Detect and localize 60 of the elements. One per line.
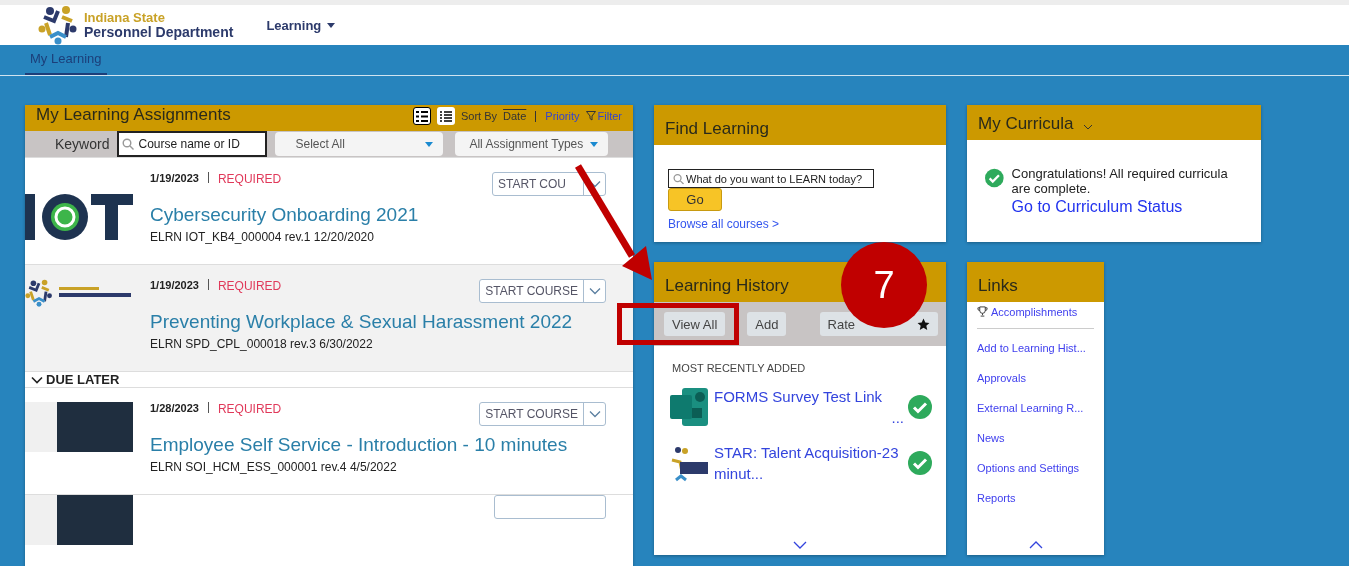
link[interactable]: Add to Learning Hist... (977, 333, 1094, 363)
required-tag: REQUIRED (217, 279, 282, 293)
learn-search-field[interactable]: What do you want to LEARN today? (668, 169, 874, 188)
required-tag: REQUIRED (217, 172, 282, 186)
type-dropdown[interactable]: All Assignment Types (455, 132, 608, 156)
course-title-link[interactable]: Cybersecurity Onboarding 2021 (150, 204, 606, 226)
detail-view-button[interactable] (413, 107, 431, 125)
list-icon (416, 110, 428, 122)
filter-icon (585, 111, 596, 121)
go-button[interactable]: Go (668, 188, 722, 211)
card-title: My Learning Assignments (36, 105, 231, 125)
sort-option[interactable]: Date (503, 110, 527, 122)
section-label: MOST RECENTLY ADDED (671, 361, 807, 376)
star-icon (917, 317, 930, 331)
curriculum-status-link[interactable]: Go to Curriculum Status (1011, 198, 1243, 216)
compact-view-button[interactable] (437, 107, 455, 125)
required-tag: REQUIRED (217, 402, 282, 416)
due-date: 1/19/2023 (150, 172, 199, 186)
forms-app-icon (668, 386, 710, 428)
list-icon (440, 110, 452, 122)
link[interactable]: Approvals (977, 363, 1094, 393)
start-course-button[interactable] (494, 495, 606, 519)
sort-label: Sort By (461, 110, 498, 122)
history-button[interactable]: Add (747, 312, 787, 336)
logo-subtitle: Personnel Department (84, 25, 234, 39)
history-item-link[interactable]: STAR: Talent Acquisition-23 minut... (714, 442, 904, 484)
logo-icon (38, 5, 78, 45)
course-code: ELRN IOT_KB4_000004 rev.1 12/20/2020 (150, 230, 375, 244)
course-title-link[interactable]: Preventing Workplace & Sexual Harassment 2022 (150, 311, 606, 333)
card-title: Find Learning (665, 119, 769, 139)
logo-title: Indiana State (84, 11, 166, 25)
history-item-link[interactable]: FORMS Survey Test Link ... (714, 386, 904, 428)
due-date: 1/28/2023 (150, 402, 199, 416)
status-dropdown[interactable]: Select All (275, 132, 444, 156)
search-icon (122, 138, 135, 150)
due-date: 1/19/2023 (150, 279, 199, 293)
link[interactable]: Reports (977, 483, 1094, 513)
course-code: ELRN SOI_HCM_ESS_000001 rev.4 4/5/2022 (150, 460, 398, 474)
keyword-label: Keyword (55, 136, 110, 152)
link[interactable]: External Learning R... (977, 393, 1094, 423)
caret-icon (588, 287, 601, 295)
trophy-icon (977, 306, 988, 317)
course-title-link[interactable]: Employee Self Service - Introduction - 10 minutes (150, 434, 606, 456)
search-icon (673, 173, 684, 184)
link[interactable]: News (977, 423, 1094, 453)
keyword-search-field[interactable]: Course name or ID (117, 131, 268, 157)
card-title: Learning History (665, 276, 789, 296)
link[interactable]: Options and Settings (977, 453, 1094, 483)
caret-icon (588, 410, 601, 418)
completion-message: Congratulations! All required curricula are complete. (1011, 166, 1229, 196)
link[interactable]: Accomplishments (977, 306, 1094, 329)
chevron-down-icon[interactable] (1083, 124, 1094, 130)
browse-courses-link[interactable]: Browse all courses > (668, 217, 780, 231)
learning-menu[interactable]: Learning (266, 17, 336, 33)
course-code: ELRN SPD_CPL_000018 rev.3 6/30/2022 (150, 337, 374, 351)
chevron-icon (31, 375, 43, 384)
history-button[interactable]: View All (664, 312, 726, 336)
section-header[interactable]: DUE LATER (25, 371, 633, 387)
card-title: Links (978, 276, 1018, 296)
card-title: My Curricula (978, 114, 1074, 134)
